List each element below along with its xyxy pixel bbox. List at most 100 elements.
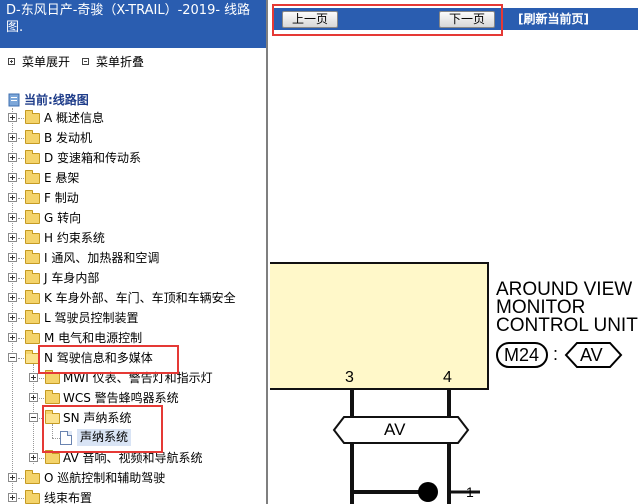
collapse-icon[interactable] xyxy=(8,353,17,362)
tree-item-harness[interactable]: 线束布置 xyxy=(0,488,266,504)
tree-item-k[interactable]: K 车身外部、车门、车顶和车辆安全 xyxy=(0,288,266,308)
tree-connector xyxy=(18,358,24,359)
collapse-icon xyxy=(82,57,90,65)
expand-icon[interactable] xyxy=(8,193,17,202)
expand-icon[interactable] xyxy=(8,293,17,302)
expand-icon[interactable] xyxy=(8,313,17,322)
expand-menu-button[interactable]: 菜单展开 xyxy=(8,53,70,70)
tree-item-l[interactable]: L 驾驶员控制装置 xyxy=(0,308,266,328)
expand-icon[interactable] xyxy=(8,493,17,502)
tree-label: A 概述信息 xyxy=(44,111,105,125)
highlight-box-nav xyxy=(272,4,503,36)
current-location-text: 当前:线路图 xyxy=(24,93,89,107)
tree-connector xyxy=(18,498,24,499)
folder-icon xyxy=(25,210,40,224)
tree-label: E 悬架 xyxy=(44,171,80,185)
collapse-menu-button[interactable]: 菜单折叠 xyxy=(82,53,144,70)
connector-colon: : xyxy=(553,344,559,364)
tree-label: H 约束系统 xyxy=(44,231,105,245)
folder-icon xyxy=(25,310,40,324)
tree-label: J 车身内部 xyxy=(44,271,100,285)
folder-icon xyxy=(25,110,40,124)
tree-connector xyxy=(18,238,24,239)
tree-connector xyxy=(18,198,24,199)
pin-number-right: 4 xyxy=(443,369,452,386)
folder-icon xyxy=(25,170,40,184)
wiring-diagram: AROUND VIEW MONITOR CONTROL UNIT M24 : A… xyxy=(270,36,638,504)
tree-connector xyxy=(18,158,24,159)
tree-item-a[interactable]: A 概述信息 xyxy=(0,108,266,128)
tree-item-j[interactable]: J 车身内部 xyxy=(0,268,266,288)
tree-label: I 通风、加热器和空调 xyxy=(44,251,160,265)
expand-icon[interactable] xyxy=(8,253,17,262)
tree-connector xyxy=(18,118,24,119)
expand-menu-label: 菜单展开 xyxy=(22,54,71,69)
tree-connector xyxy=(39,378,44,379)
expand-icon[interactable] xyxy=(8,133,17,142)
tree-label: D 变速箱和传动系 xyxy=(44,151,142,165)
expand-icon[interactable] xyxy=(8,233,17,242)
tree-item-d[interactable]: D 变速箱和传动系 xyxy=(0,148,266,168)
tree-item-h[interactable]: H 约束系统 xyxy=(0,228,266,248)
folder-icon xyxy=(25,230,40,244)
tree-label: G 转向 xyxy=(44,211,82,225)
folder-icon xyxy=(25,330,40,344)
tree-connector xyxy=(18,278,24,279)
expand-icon[interactable] xyxy=(8,333,17,342)
navigation-panel: D-东风日产-奇骏（X-TRAIL）-2019- 线路图. 菜单展开 菜单折叠 … xyxy=(0,0,268,504)
tree-connector xyxy=(39,398,44,399)
tree-label: K 车身外部、车门、车顶和车辆安全 xyxy=(44,291,236,305)
folder-icon xyxy=(45,370,60,384)
expand-icon[interactable] xyxy=(29,393,38,402)
current-location-icon xyxy=(8,93,20,107)
highlight-box-sn xyxy=(42,405,163,453)
expand-icon[interactable] xyxy=(8,473,17,482)
folder-icon xyxy=(45,390,60,404)
collapse-menu-label: 菜单折叠 xyxy=(96,54,145,69)
folder-icon xyxy=(25,290,40,304)
collapse-icon[interactable] xyxy=(29,413,38,422)
menu-toolbar: 菜单展开 菜单折叠 xyxy=(0,48,266,74)
tree-item-f[interactable]: F 制动 xyxy=(0,188,266,208)
tree-item-o[interactable]: O 巡航控制和辅助驾驶 xyxy=(0,468,266,488)
tree-item-b[interactable]: B 发动机 xyxy=(0,128,266,148)
content-panel: 上一页 下一页 [刷新当前页] AROUND VIEW MONITOR CONT… xyxy=(270,0,638,504)
tree-connector xyxy=(18,318,24,319)
ground-pin-number: 1 xyxy=(466,484,474,500)
expand-icon xyxy=(8,57,15,65)
tree-connector xyxy=(18,338,24,339)
expand-icon[interactable] xyxy=(8,213,17,222)
expand-icon[interactable] xyxy=(29,373,38,382)
tree-connector xyxy=(18,218,24,219)
tree-connector xyxy=(39,458,44,459)
expand-icon[interactable] xyxy=(8,113,17,122)
tree-connector xyxy=(18,298,24,299)
connector-callout xyxy=(332,342,623,504)
tree-label: B 发动机 xyxy=(44,131,93,145)
connector-tag: AV xyxy=(580,345,603,365)
tree-item-i[interactable]: I 通风、加热器和空调 xyxy=(0,248,266,268)
page-navigation-bar: 上一页 下一页 [刷新当前页] xyxy=(270,0,638,36)
expand-icon[interactable] xyxy=(8,273,17,282)
tree-item-g[interactable]: G 转向 xyxy=(0,208,266,228)
tree-connector xyxy=(18,258,24,259)
folder-icon xyxy=(25,150,40,164)
folder-icon xyxy=(25,470,40,484)
expand-icon[interactable] xyxy=(8,153,17,162)
tree-connector xyxy=(18,138,24,139)
folder-icon xyxy=(25,270,40,284)
bus-label: AV xyxy=(384,420,406,439)
pin-number-left: 3 xyxy=(345,369,354,386)
folder-icon xyxy=(25,190,40,204)
expand-icon[interactable] xyxy=(8,173,17,182)
expand-icon[interactable] xyxy=(29,453,38,462)
connector-id: M24 xyxy=(504,345,540,365)
folder-icon xyxy=(25,130,40,144)
tree-label: L 驾驶员控制装置 xyxy=(44,311,139,325)
tree-label: F 制动 xyxy=(44,191,79,205)
tree-item-e[interactable]: E 悬架 xyxy=(0,168,266,188)
document-title: D-东风日产-奇骏（X-TRAIL）-2019- 线路图. xyxy=(0,0,266,48)
refresh-page-link[interactable]: [刷新当前页] xyxy=(518,11,589,28)
tree-connector xyxy=(18,478,24,479)
tree-connector xyxy=(18,178,24,179)
